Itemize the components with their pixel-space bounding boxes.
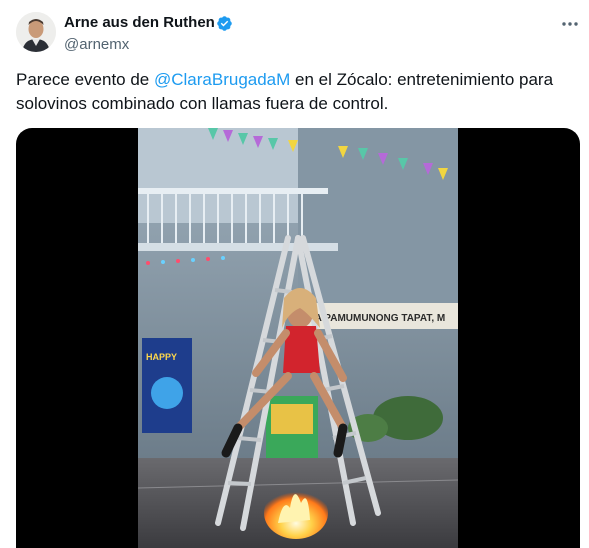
video-frame: SA PAMUMUNONG TAPAT, M HAPPY [138, 128, 458, 548]
tweet-text-start: Parece evento de [16, 70, 154, 89]
more-options-icon[interactable] [560, 14, 580, 34]
poster-text: HAPPY [146, 352, 177, 362]
author-name[interactable]: Arne aus den Ruthen [64, 13, 215, 33]
author-avatar[interactable] [16, 12, 56, 52]
mention-link[interactable]: @ClaraBrugadaM [154, 70, 290, 89]
tweet-text: Parece evento de @ClaraBrugadaM en el Zó… [16, 68, 576, 116]
video-player[interactable]: SA PAMUMUNONG TAPAT, M HAPPY [16, 128, 580, 548]
verified-badge-icon [217, 16, 232, 31]
author-handle[interactable]: @arnemx [64, 35, 129, 55]
tweet-card: Arne aus den Ruthen @arnemx Parece event… [0, 0, 589, 548]
